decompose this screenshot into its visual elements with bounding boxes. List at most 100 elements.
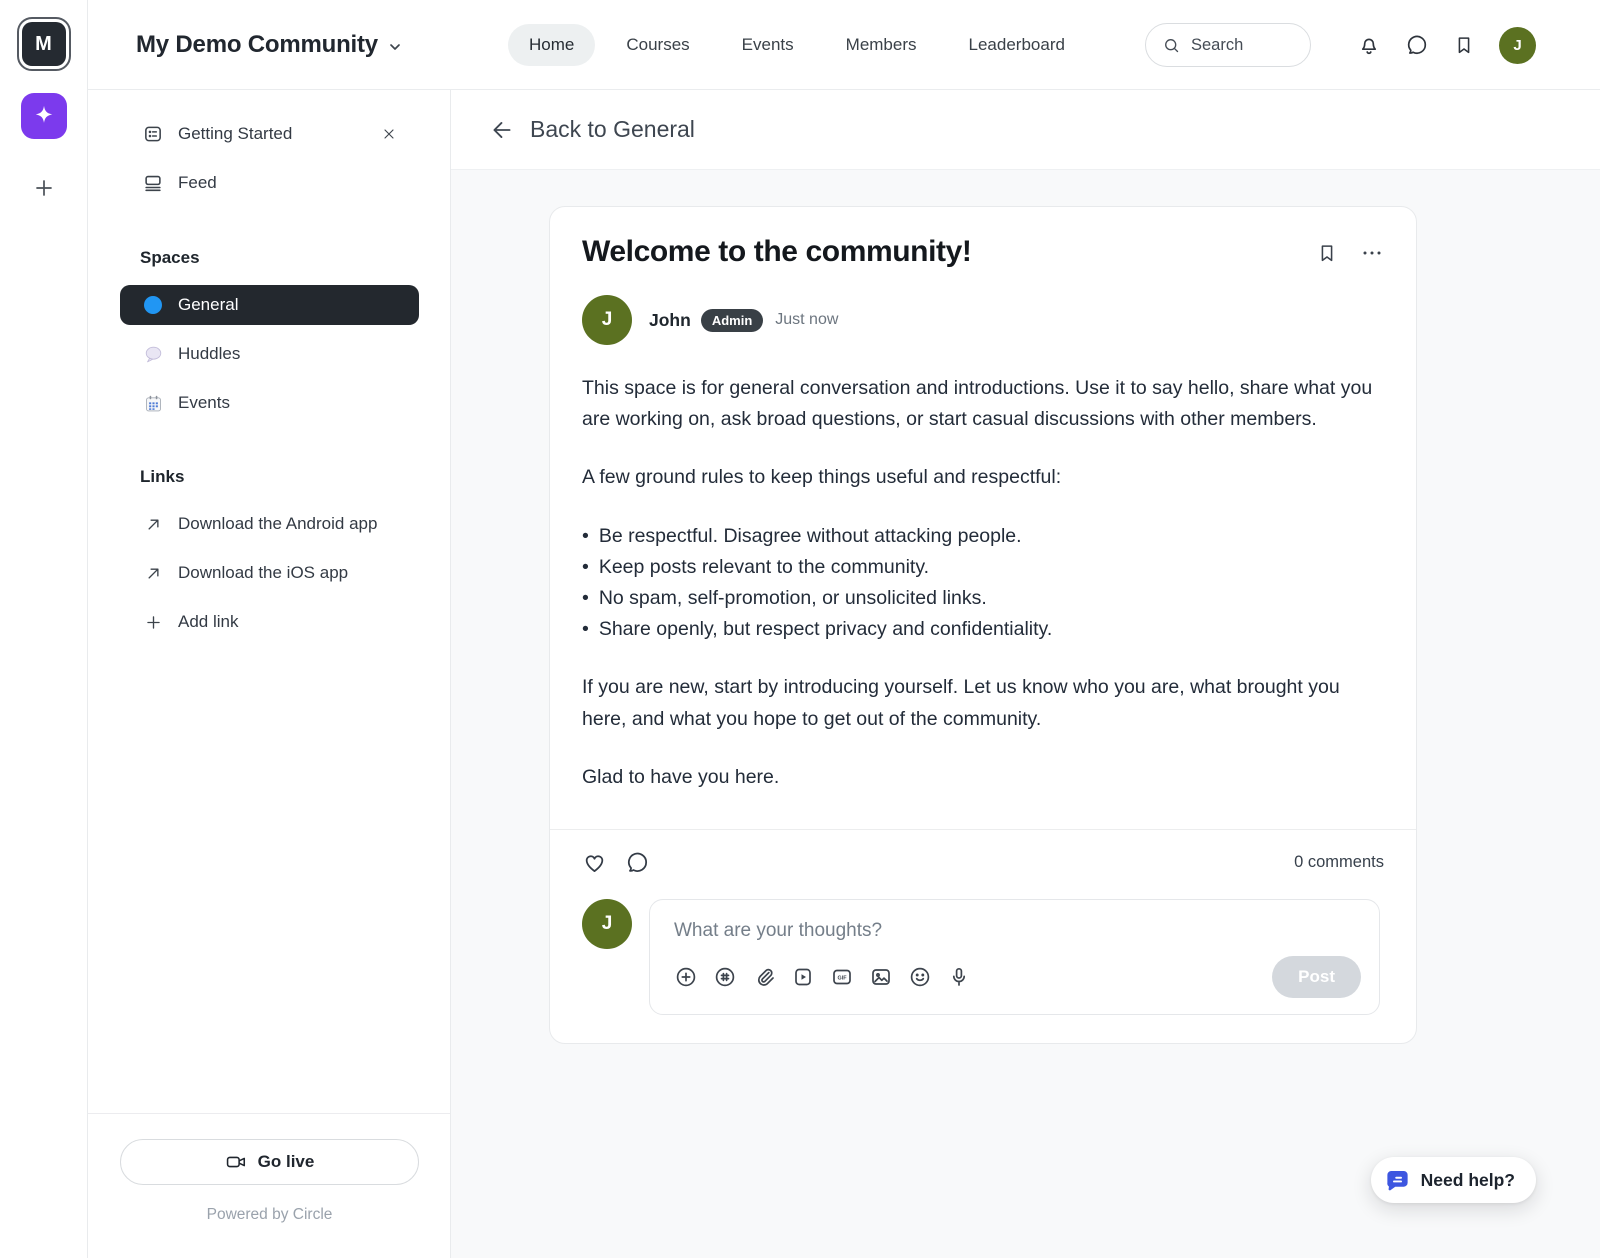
- post-card: Welcome to the community! J John Admin: [549, 206, 1417, 1044]
- post-engagement-bar: 0 comments: [550, 829, 1416, 895]
- user-avatar[interactable]: J: [1499, 27, 1536, 64]
- close-icon[interactable]: [381, 126, 397, 142]
- post-page: Welcome to the community! J John Admin: [451, 170, 1600, 1044]
- back-to-space-link[interactable]: Back to General: [530, 116, 695, 143]
- spaces-section-header: Spaces: [120, 248, 419, 268]
- emoji-smiley-icon[interactable]: [908, 965, 932, 989]
- community-logo-letter: M: [22, 22, 66, 66]
- community-switcher[interactable]: My Demo Community: [136, 0, 403, 90]
- add-community-button[interactable]: [21, 165, 67, 211]
- community-logo[interactable]: M: [17, 17, 71, 71]
- sidebar-space-events[interactable]: Events: [120, 383, 419, 423]
- composer-box: GIF Post: [649, 899, 1380, 1015]
- link-label: Download the Android app: [178, 514, 377, 534]
- post-title: Welcome to the community!: [582, 235, 1316, 269]
- post-paragraph: If you are new, start by introducing you…: [582, 672, 1384, 734]
- bookmarks-icon[interactable]: [1453, 34, 1475, 56]
- sidebar-item-label: Getting Started: [178, 124, 292, 144]
- bookmark-icon[interactable]: [1316, 242, 1338, 264]
- speech-balloon-icon: [142, 344, 164, 365]
- author-name[interactable]: John: [649, 310, 691, 331]
- add-link-label: Add link: [178, 612, 238, 632]
- sidebar-footer: Go live Powered by Circle: [88, 1113, 450, 1258]
- messages-chat-icon[interactable]: [1405, 33, 1429, 57]
- post-bullet: Share openly, but respect privacy and co…: [582, 614, 1384, 645]
- need-help-label: Need help?: [1421, 1170, 1515, 1191]
- sidebar-add-link[interactable]: Add link: [120, 602, 419, 642]
- blue-dot-icon: [142, 296, 164, 314]
- post-bullet-list: Be respectful. Disagree without attackin…: [582, 521, 1384, 646]
- topbar-actions: J: [1357, 0, 1536, 90]
- back-arrow-icon[interactable]: [489, 117, 515, 143]
- checklist-icon: [142, 123, 164, 145]
- comment-input[interactable]: [650, 900, 1379, 944]
- post-paragraph: A few ground rules to keep things useful…: [582, 462, 1384, 493]
- nav-tab-events[interactable]: Events: [721, 24, 815, 66]
- gif-icon[interactable]: GIF: [830, 965, 854, 989]
- search-input[interactable]: Search: [1145, 23, 1311, 67]
- admin-badge: Admin: [701, 309, 763, 332]
- post-bullet: No spam, self-promotion, or unsolicited …: [582, 583, 1384, 614]
- link-label: Download the iOS app: [178, 563, 348, 583]
- attachment-paperclip-icon[interactable]: [752, 965, 776, 989]
- community-name: My Demo Community: [136, 31, 378, 59]
- top-bar: My Demo Community Home Courses Events Me…: [88, 0, 1600, 90]
- space-label: General: [178, 295, 238, 315]
- author-avatar[interactable]: J: [582, 295, 632, 345]
- nav-tab-courses[interactable]: Courses: [605, 24, 710, 66]
- plus-icon: [32, 176, 56, 200]
- post-author-row: J John Admin Just now: [582, 295, 1384, 345]
- app-rail: M: [0, 0, 88, 1258]
- image-icon[interactable]: [869, 965, 893, 989]
- video-camera-icon: [225, 1151, 247, 1173]
- external-link-icon: [142, 564, 164, 583]
- calendar-icon: [142, 393, 164, 414]
- hashtag-icon[interactable]: [713, 965, 737, 989]
- space-header: Back to General: [451, 90, 1600, 170]
- workspace-tile[interactable]: [21, 93, 67, 139]
- space-label: Huddles: [178, 344, 240, 364]
- post-bullet: Be respectful. Disagree without attackin…: [582, 521, 1384, 552]
- go-live-button[interactable]: Go live: [120, 1139, 419, 1185]
- sparkle-icon: [31, 103, 57, 129]
- sidebar-space-huddles[interactable]: Huddles: [120, 334, 419, 374]
- powered-by-circle[interactable]: Powered by Circle: [120, 1206, 419, 1224]
- sidebar-link-android[interactable]: Download the Android app: [120, 504, 419, 544]
- post-bullet: Keep posts relevant to the community.: [582, 552, 1384, 583]
- chevron-down-icon: [387, 39, 403, 55]
- post-paragraph: Glad to have you here.: [582, 762, 1384, 793]
- external-link-icon: [142, 515, 164, 534]
- post-paragraph: This space is for general conversation a…: [582, 373, 1384, 435]
- go-live-label: Go live: [258, 1152, 315, 1172]
- microphone-icon[interactable]: [947, 965, 971, 989]
- plus-icon: [142, 613, 164, 632]
- nav-tab-home[interactable]: Home: [508, 24, 595, 66]
- need-help-button[interactable]: Need help?: [1371, 1157, 1536, 1203]
- like-heart-icon[interactable]: [582, 850, 607, 875]
- sidebar-scroll-area: Getting Started Feed Spaces General Hudd…: [88, 90, 450, 1113]
- sidebar-space-general[interactable]: General: [120, 285, 419, 325]
- comments-count: 0 comments: [1294, 853, 1384, 872]
- comment-icon[interactable]: [625, 850, 650, 875]
- nav-tab-leaderboard[interactable]: Leaderboard: [948, 24, 1086, 66]
- insert-plus-icon[interactable]: [674, 965, 698, 989]
- notifications-bell-icon[interactable]: [1357, 33, 1381, 57]
- sidebar-item-getting-started[interactable]: Getting Started: [120, 114, 419, 154]
- search-placeholder: Search: [1191, 36, 1243, 55]
- more-options-ellipsis-icon[interactable]: [1360, 241, 1384, 265]
- post-body: This space is for general conversation a…: [582, 373, 1384, 829]
- sidebar-item-label: Feed: [178, 173, 217, 193]
- video-upload-icon[interactable]: [791, 965, 815, 989]
- composer-avatar: J: [582, 899, 632, 949]
- composer-toolbar: GIF Post: [650, 944, 1379, 1014]
- post-comment-button[interactable]: Post: [1272, 956, 1361, 998]
- svg-text:GIF: GIF: [838, 975, 848, 981]
- main-content: Back to General Welcome to the community…: [451, 90, 1600, 1258]
- sidebar-link-ios[interactable]: Download the iOS app: [120, 553, 419, 593]
- sidebar-item-feed[interactable]: Feed: [120, 163, 419, 203]
- help-chat-icon: [1384, 1167, 1411, 1194]
- primary-nav: Home Courses Events Members Leaderboard: [508, 0, 1086, 90]
- nav-tab-members[interactable]: Members: [825, 24, 938, 66]
- space-sidebar: Getting Started Feed Spaces General Hudd…: [88, 90, 451, 1258]
- links-section-header: Links: [120, 467, 419, 487]
